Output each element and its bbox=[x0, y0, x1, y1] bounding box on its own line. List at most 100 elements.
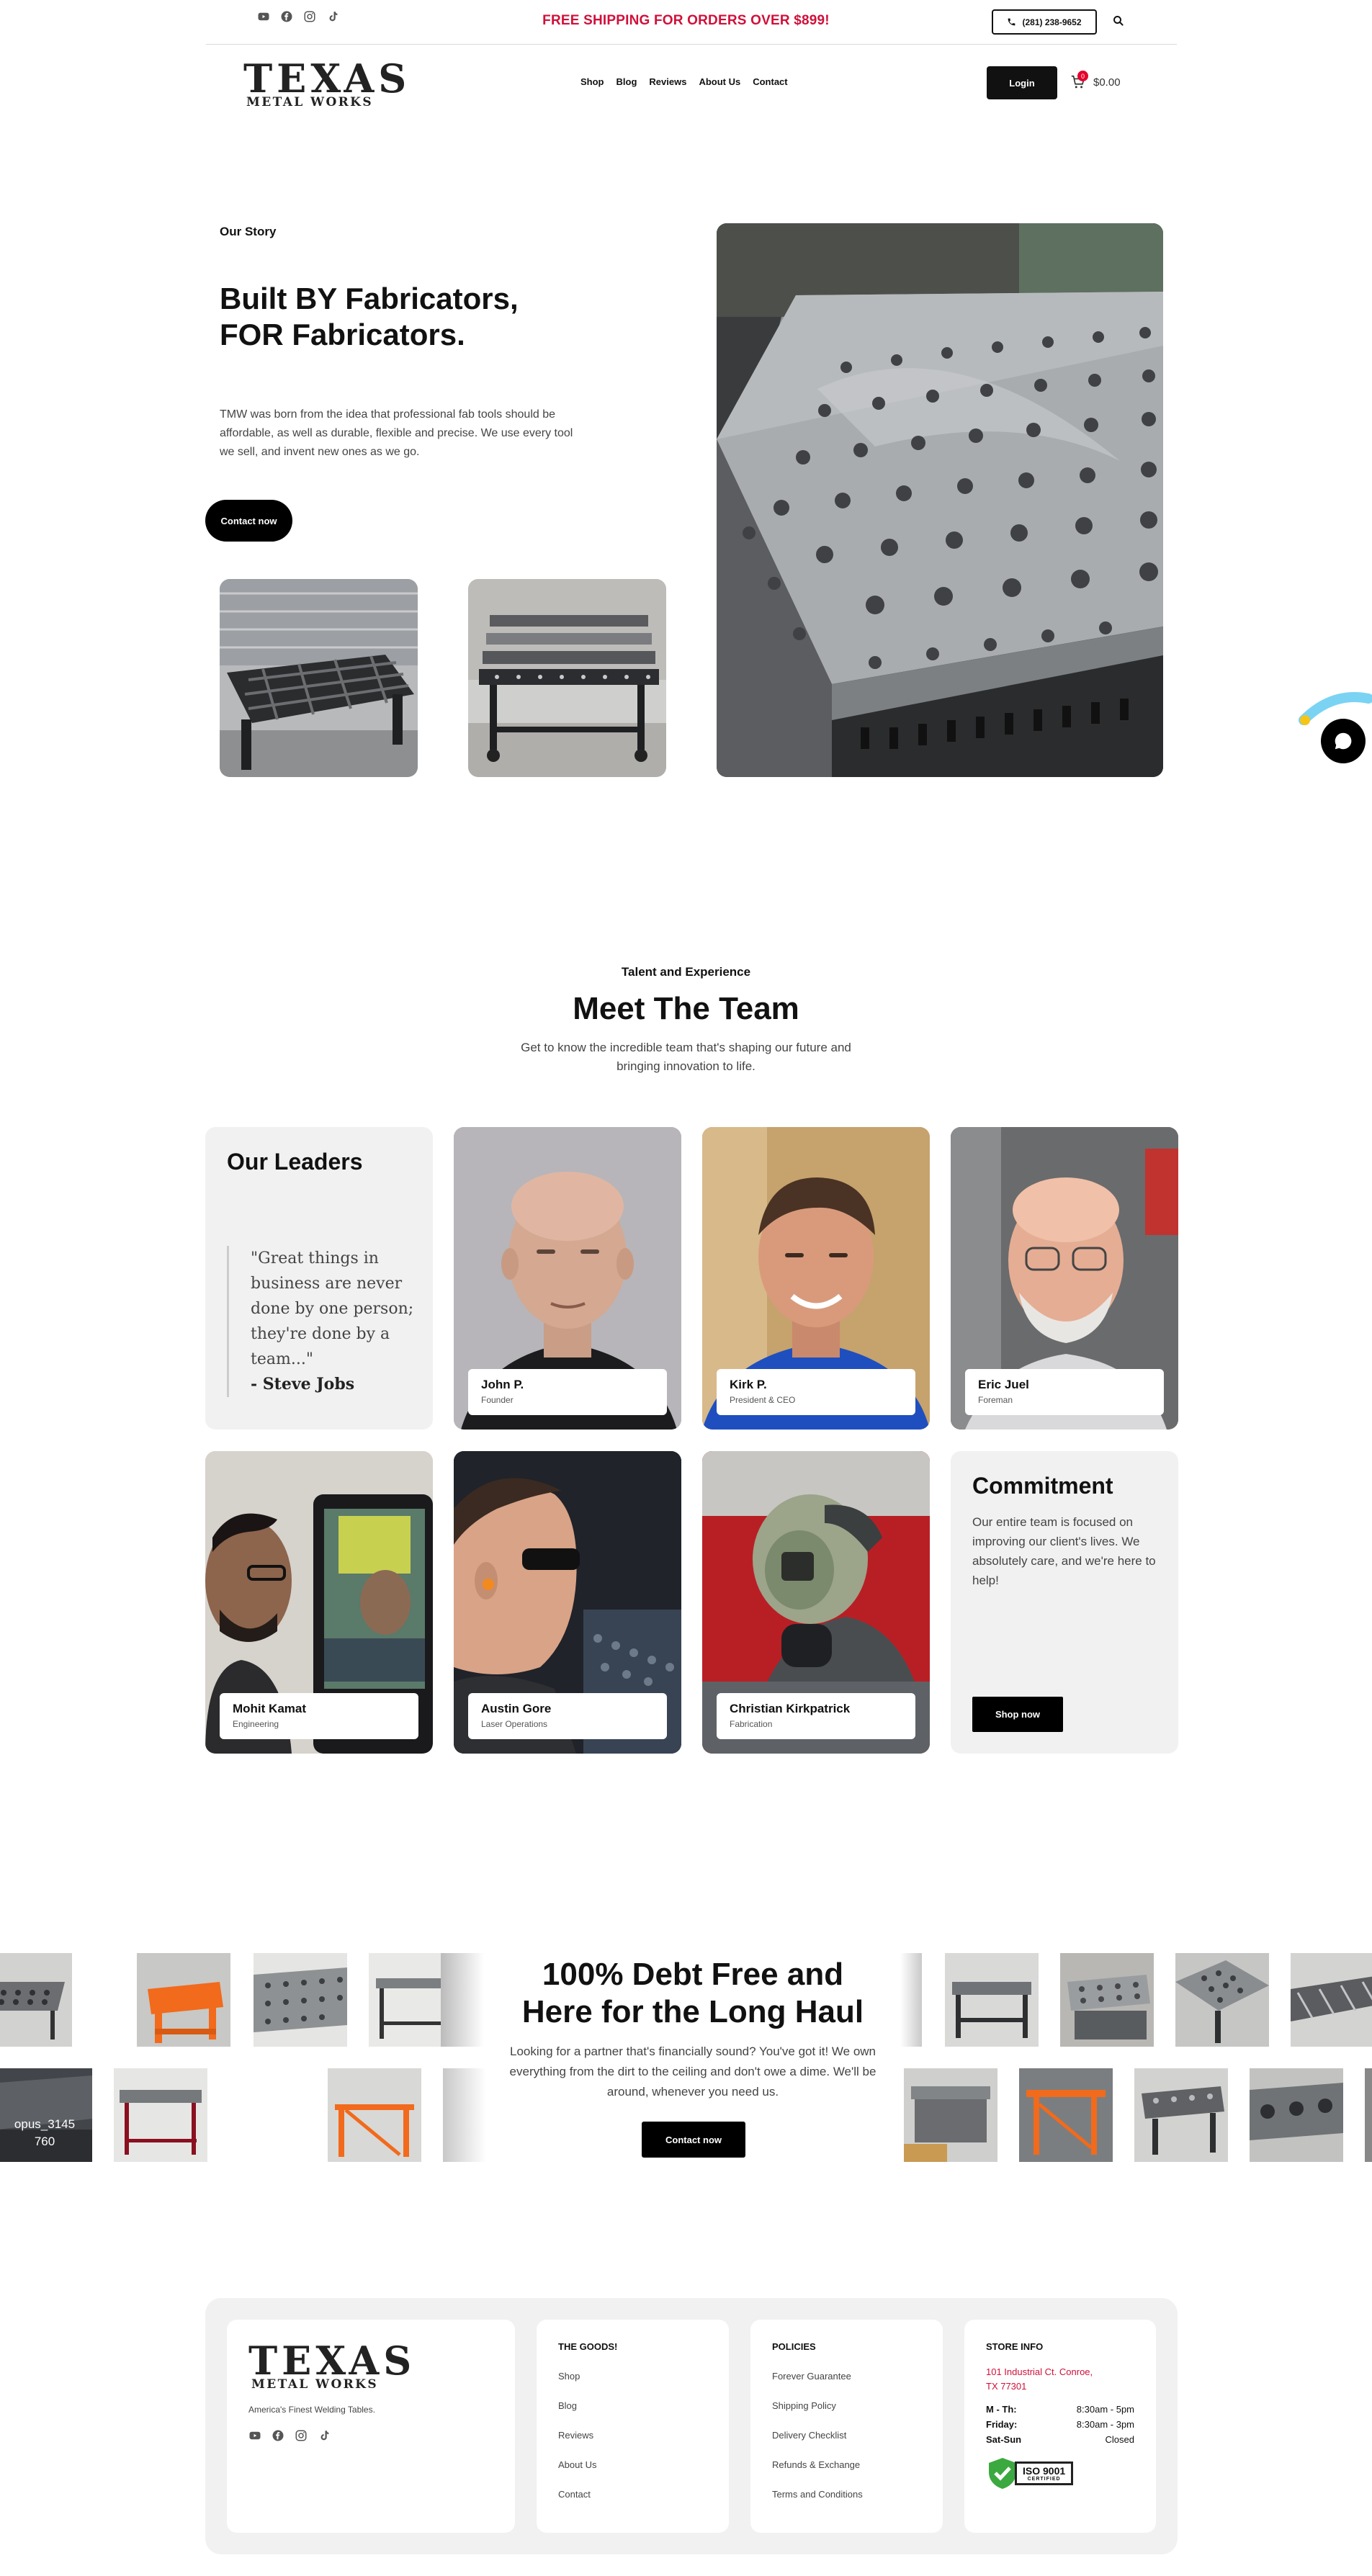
quote-author: - Steve Jobs bbox=[251, 1375, 355, 1394]
story-title-line1: Built BY Fabricators, bbox=[220, 282, 519, 315]
hours-row: Friday: 8:30am - 3pm bbox=[986, 2419, 1134, 2430]
member-name-box: Christian Kirkpatrick Fabrication bbox=[717, 1693, 915, 1739]
gallery-image bbox=[1134, 2068, 1228, 2162]
nav-shop[interactable]: Shop bbox=[580, 76, 604, 87]
team-card-john: John P. Founder bbox=[454, 1127, 681, 1430]
store-address[interactable]: 101 Industrial Ct. Conroe, TX 77301 bbox=[986, 2365, 1134, 2394]
phone-number: (281) 238-9652 bbox=[1022, 17, 1082, 27]
shop-now-button[interactable]: Shop now bbox=[972, 1697, 1063, 1732]
gallery-image bbox=[0, 1953, 72, 2047]
search-icon[interactable] bbox=[1112, 14, 1125, 27]
hours-row: M - Th: 8:30am - 5pm bbox=[986, 2404, 1134, 2415]
iso-text: ISO 9001 bbox=[1023, 2464, 1066, 2477]
member-name: Austin Gore bbox=[481, 1702, 552, 1715]
commitment-card: Commitment Our entire team is focused on… bbox=[951, 1451, 1178, 1754]
facebook-icon[interactable] bbox=[272, 2429, 284, 2442]
hours-time: 8:30am - 5pm bbox=[1076, 2404, 1134, 2415]
member-name: Mohit Kamat bbox=[233, 1702, 306, 1715]
gallery-image bbox=[1250, 2068, 1343, 2162]
nav-about-us[interactable]: About Us bbox=[699, 76, 740, 87]
member-role: Fabrication bbox=[730, 1719, 773, 1729]
debt-free-body: Looking for a partner that's financially… bbox=[509, 2045, 876, 2099]
youtube-icon[interactable] bbox=[248, 2429, 261, 2442]
nav-blog[interactable]: Blog bbox=[616, 76, 637, 87]
cart-total[interactable]: $0.00 bbox=[1093, 76, 1121, 89]
commitment-title: Commitment bbox=[972, 1473, 1113, 1499]
nav-contact[interactable]: Contact bbox=[753, 76, 787, 87]
free-shipping-banner: FREE SHIPPING FOR ORDERS OVER $899! bbox=[542, 13, 830, 28]
chat-bubble-icon bbox=[1335, 732, 1352, 750]
footer-tagline: America's Finest Welding Tables. bbox=[248, 2405, 375, 2415]
hours-day: M - Th: bbox=[986, 2404, 1017, 2415]
story-photo-frame bbox=[220, 579, 418, 777]
footer-link-forever-guarantee[interactable]: Forever Guarantee bbox=[772, 2371, 921, 2382]
leaders-card: Our Leaders "Great things in business ar… bbox=[205, 1127, 433, 1430]
footer-link-about-us[interactable]: About Us bbox=[558, 2459, 707, 2470]
login-button[interactable]: Login bbox=[987, 66, 1057, 99]
footer-logo[interactable]: TEXAS METAL WORKS bbox=[248, 2341, 493, 2392]
chat-button[interactable] bbox=[1321, 719, 1366, 763]
contact-now-button[interactable]: Contact now bbox=[205, 500, 292, 542]
member-role: Engineering bbox=[233, 1719, 279, 1729]
member-role: Founder bbox=[481, 1395, 514, 1405]
footer-link-shop[interactable]: Shop bbox=[558, 2371, 707, 2382]
tiktok-icon[interactable] bbox=[318, 2429, 331, 2442]
nav-reviews[interactable]: Reviews bbox=[649, 76, 686, 87]
gallery-image-captioned: opus_3145 760 bbox=[0, 2068, 92, 2162]
member-name: Kirk P. bbox=[730, 1378, 767, 1391]
debt-contact-now-button[interactable]: Contact now bbox=[642, 2122, 745, 2158]
gallery-image-faded bbox=[900, 1953, 922, 2047]
phone-button[interactable]: (281) 238-9652 bbox=[992, 9, 1097, 35]
logo-text-texas: TEXAS bbox=[243, 55, 411, 102]
image-caption: opus_3145 760 bbox=[10, 2116, 79, 2150]
gallery-image bbox=[254, 1953, 347, 2047]
footer-link-reviews[interactable]: Reviews bbox=[558, 2430, 707, 2441]
gallery-image-faded bbox=[443, 2068, 486, 2162]
team-subtitle: Get to know the incredible team that's s… bbox=[521, 1041, 851, 1073]
gallery-image bbox=[1019, 2068, 1113, 2162]
team-card-christian: Christian Kirkpatrick Fabrication bbox=[702, 1451, 930, 1754]
gallery-image bbox=[328, 2068, 421, 2162]
debt-title-line2: Here for the Long Haul bbox=[521, 1994, 864, 2029]
member-name: Christian Kirkpatrick bbox=[730, 1702, 851, 1715]
footer-link-terms[interactable]: Terms and Conditions bbox=[772, 2489, 921, 2500]
hours-time: Closed bbox=[1105, 2434, 1134, 2445]
footer-link-blog[interactable]: Blog bbox=[558, 2400, 707, 2411]
member-role: President & CEO bbox=[730, 1395, 796, 1405]
commitment-body: Our entire team is focused on improving … bbox=[972, 1515, 1156, 1587]
leaders-quote: "Great things in business are never done… bbox=[227, 1246, 421, 1397]
footer-link-shipping-policy[interactable]: Shipping Policy bbox=[772, 2400, 921, 2411]
debt-free-title: 100% Debt Free and Here for the Long Hau… bbox=[490, 1956, 896, 2031]
footer-logo-metal-works: METAL WORKS bbox=[251, 2377, 379, 2392]
story-title: Built BY Fabricators, FOR Fabricators. bbox=[220, 281, 594, 353]
divider bbox=[206, 44, 1177, 45]
gallery-image bbox=[1060, 1953, 1154, 2047]
instagram-icon[interactable] bbox=[295, 2429, 308, 2442]
member-name: John P. bbox=[481, 1378, 524, 1391]
team-card-mohit: Mohit Kamat Engineering bbox=[205, 1451, 433, 1754]
debt-title-line1: 100% Debt Free and bbox=[542, 1957, 844, 1992]
team-eyebrow: Talent and Experience bbox=[621, 965, 751, 979]
member-name: Eric Juel bbox=[978, 1378, 1029, 1391]
hours-day: Friday: bbox=[986, 2419, 1018, 2430]
logo-text-metal-works: METAL WORKS bbox=[246, 95, 374, 109]
footer-link-contact[interactable]: Contact bbox=[558, 2489, 707, 2500]
member-name-box: Kirk P. President & CEO bbox=[717, 1369, 915, 1415]
footer-goods: THE GOODS! Shop Blog Reviews About Us Co… bbox=[537, 2320, 729, 2533]
image-caption-line1: opus_3145 bbox=[14, 2117, 76, 2131]
member-role: Laser Operations bbox=[481, 1719, 548, 1729]
footer-link-refunds-exchange[interactable]: Refunds & Exchange bbox=[772, 2459, 921, 2470]
member-name-box: John P. Founder bbox=[468, 1369, 667, 1415]
team-title: Meet The Team bbox=[573, 991, 799, 1026]
top-bar: FREE SHIPPING FOR ORDERS OVER $899! (281… bbox=[0, 0, 1372, 45]
footer-store-info: STORE INFO 101 Industrial Ct. Conroe, TX… bbox=[964, 2320, 1156, 2533]
iso-sub: CERTIFIED bbox=[1027, 2476, 1061, 2482]
site-logo[interactable]: TEXAS METAL WORKS bbox=[243, 55, 411, 109]
footer: TEXAS METAL WORKS America's Finest Weldi… bbox=[205, 2298, 1178, 2554]
footer-policies: POLICIES Forever Guarantee Shipping Poli… bbox=[750, 2320, 943, 2533]
hours-row: Sat-Sun Closed bbox=[986, 2434, 1134, 2445]
policies-heading: POLICIES bbox=[772, 2341, 816, 2352]
footer-link-delivery-checklist[interactable]: Delivery Checklist bbox=[772, 2430, 921, 2441]
member-role: Foreman bbox=[978, 1395, 1013, 1405]
hours-day: Sat-Sun bbox=[986, 2434, 1022, 2445]
